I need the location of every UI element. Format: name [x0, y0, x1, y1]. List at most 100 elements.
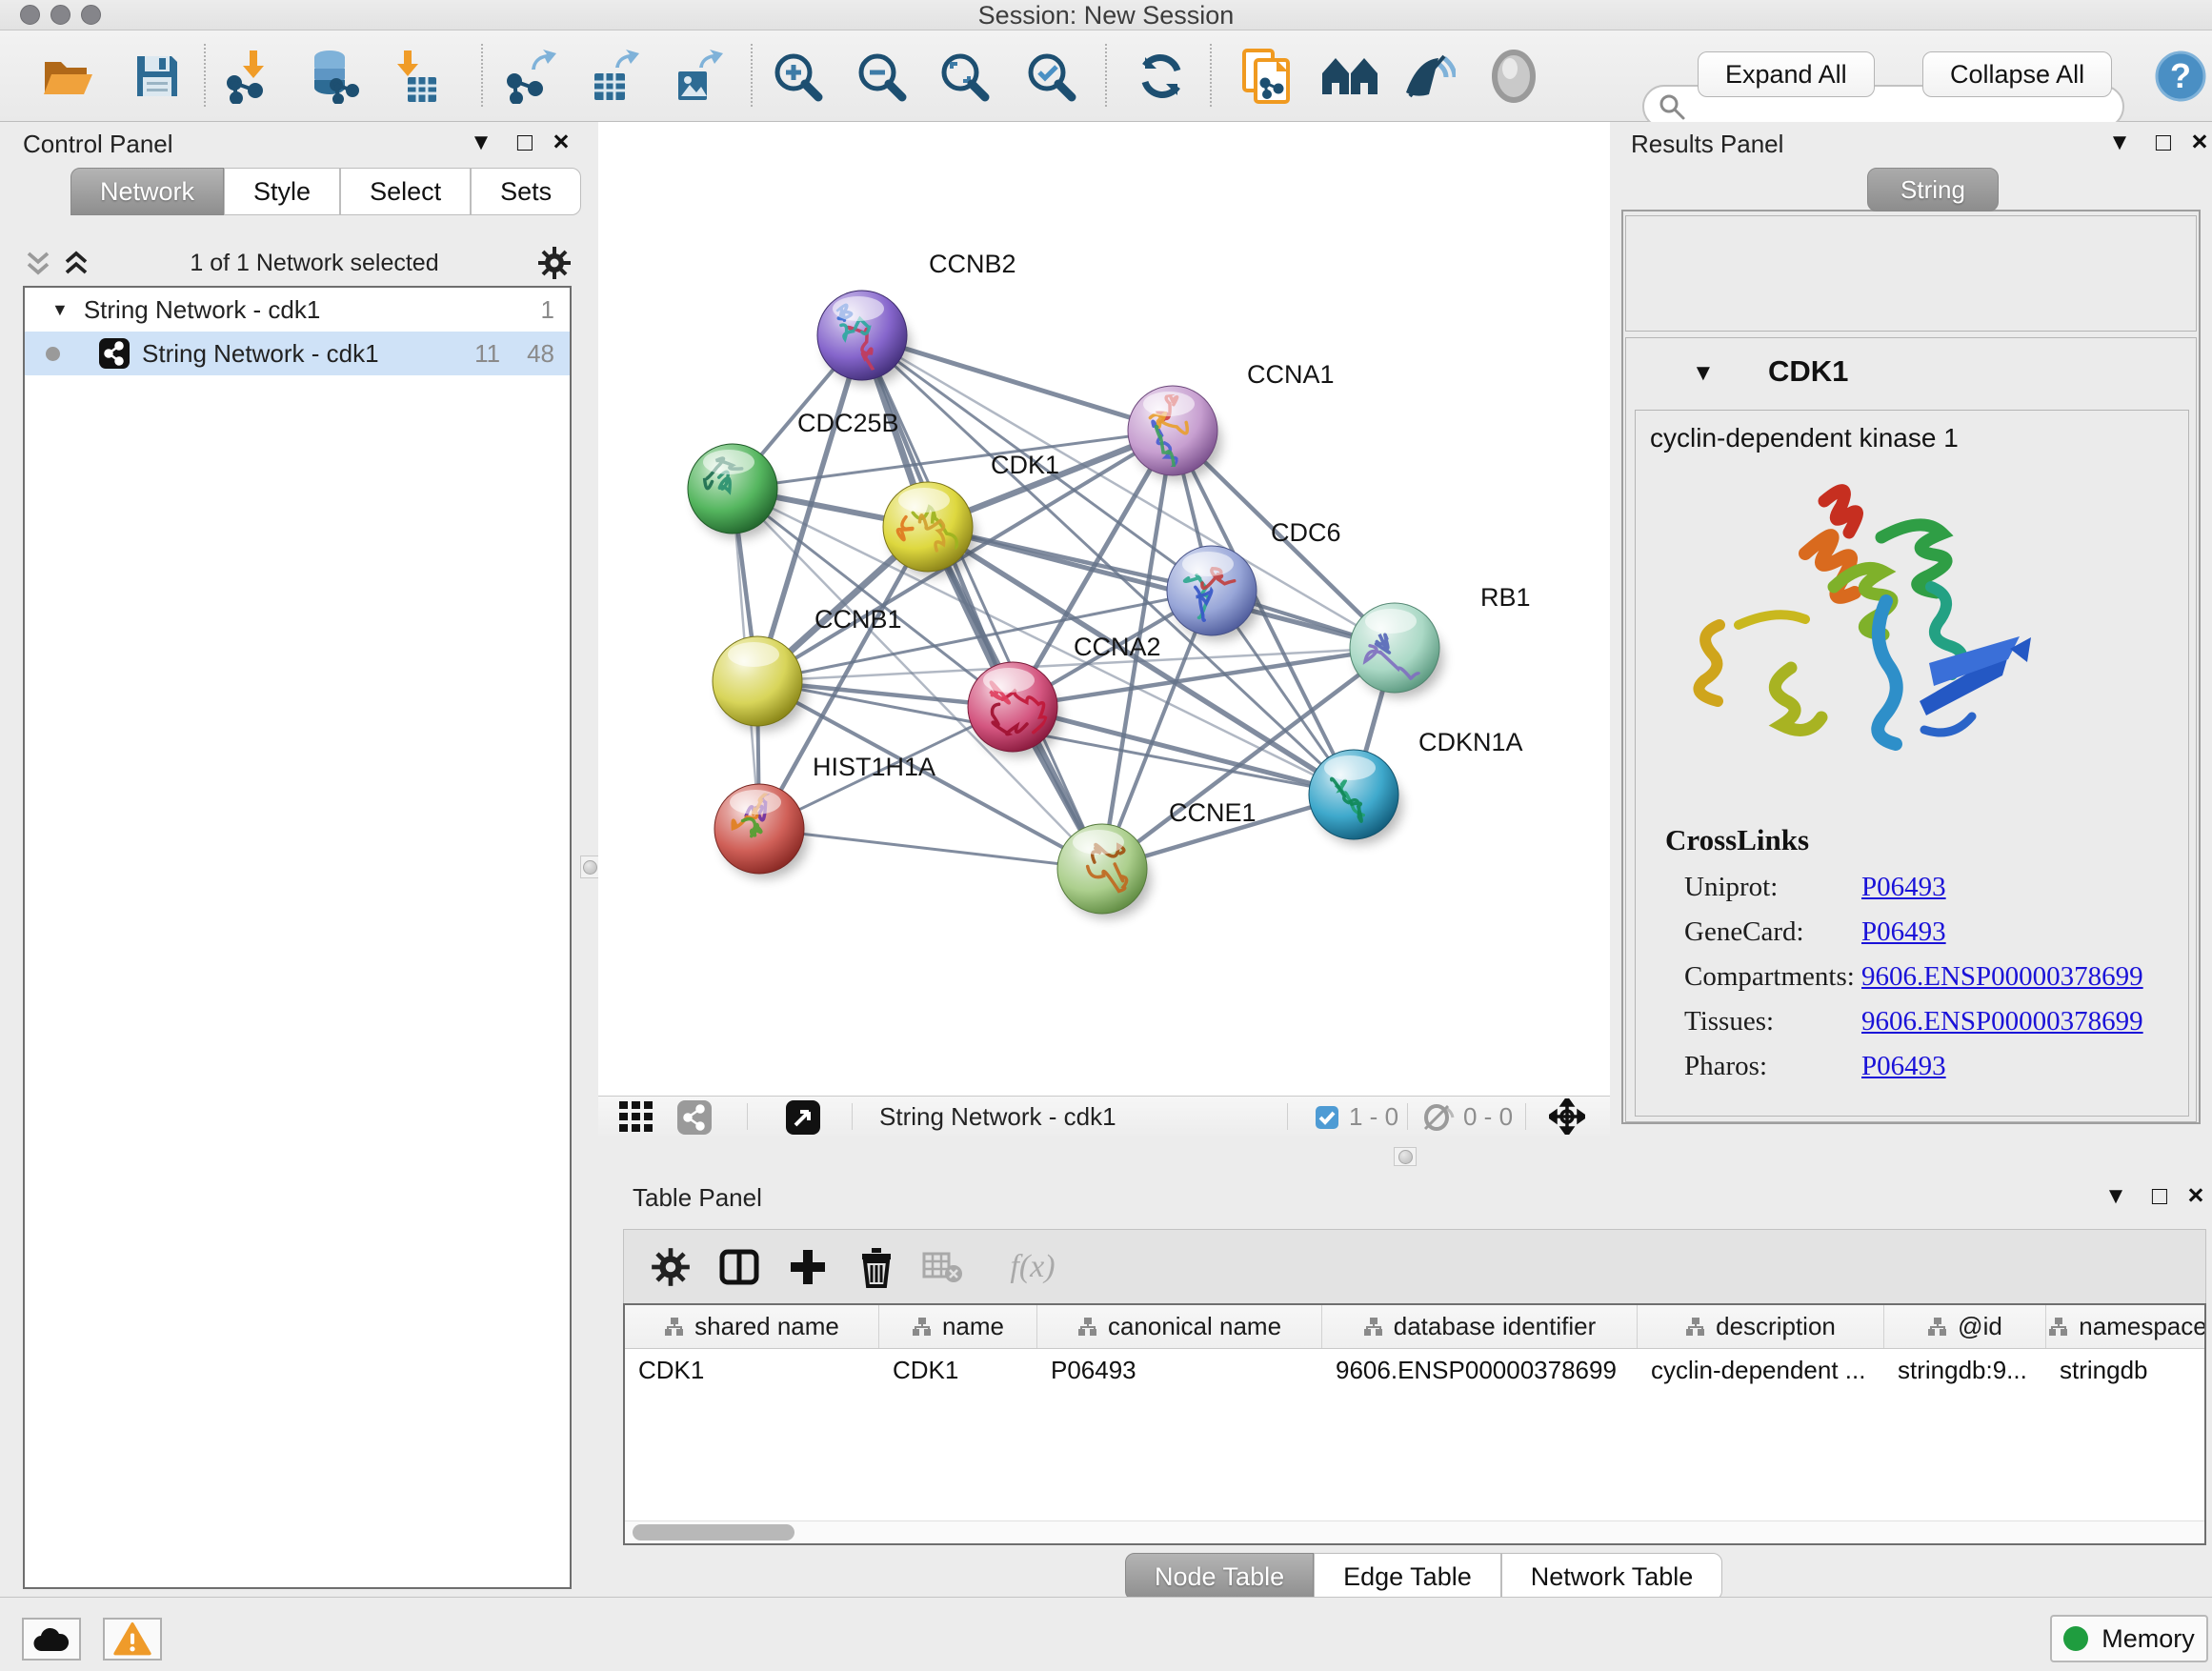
network-node-CCNA2[interactable]: [968, 662, 1061, 756]
memory-button[interactable]: Memory: [2050, 1615, 2208, 1662]
column-header-database-identifier[interactable]: database identifier: [1322, 1305, 1638, 1348]
memory-label: Memory: [2101, 1624, 2195, 1654]
tab-edge-table[interactable]: Edge Table: [1314, 1553, 1501, 1601]
crosslink-link[interactable]: 9606.ENSP00000378699: [1861, 1006, 2143, 1037]
table-row[interactable]: CDK1CDK1P064939606.ENSP00000378699cyclin…: [625, 1349, 2204, 1391]
select-columns-button[interactable]: [710, 1238, 769, 1297]
tab-style[interactable]: Style: [224, 168, 340, 215]
pan-crosshair-icon[interactable]: [1549, 1098, 1585, 1135]
zoom-out-button[interactable]: [846, 42, 916, 111]
network-canvas[interactable]: CCNB2CCNA1CDC25BCDK1CDC6RB1CCNB1CCNA2CDK…: [598, 122, 1610, 1096]
tab-node-table[interactable]: Node Table: [1125, 1553, 1314, 1601]
node-label-CCNB1: CCNB1: [814, 605, 902, 634]
table-cell[interactable]: stringdb:9...: [1884, 1349, 2046, 1391]
open-session-button[interactable]: [32, 42, 103, 111]
import-database-button[interactable]: [297, 42, 368, 111]
table-cell[interactable]: stringdb: [2046, 1349, 2206, 1391]
grid-view-icon[interactable]: [619, 1101, 657, 1132]
toolbar-separator: [1210, 44, 1212, 107]
warnings-button[interactable]: [103, 1618, 162, 1661]
help-button[interactable]: ?: [2145, 42, 2212, 111]
tab-sets[interactable]: Sets: [471, 168, 581, 215]
vertical-splitter-handle-left[interactable]: [580, 856, 599, 878]
network-node-RB1[interactable]: [1350, 603, 1443, 697]
panel-float-icon[interactable]: □: [509, 128, 541, 157]
crosslink-link[interactable]: P06493: [1861, 872, 1946, 903]
tree-expand-caret-icon[interactable]: ▼: [51, 300, 69, 320]
column-header-name[interactable]: name: [879, 1305, 1037, 1348]
crosslink-label: Pharos:: [1684, 1051, 1861, 1082]
selected-checkbox-icon[interactable]: [1315, 1105, 1339, 1130]
panel-float-icon[interactable]: □: [2147, 128, 2180, 157]
save-session-button[interactable]: [122, 42, 192, 111]
column-header-shared-name[interactable]: shared name: [625, 1305, 879, 1348]
cloud-status-button[interactable]: [22, 1618, 81, 1661]
import-network-button[interactable]: [215, 42, 286, 111]
collapse-all-button[interactable]: Collapse All: [1922, 51, 2112, 97]
panel-float-icon[interactable]: □: [2143, 1181, 2176, 1211]
table-cell[interactable]: CDK1: [625, 1349, 879, 1391]
network-node-CDK1[interactable]: [883, 482, 976, 576]
network-node-CCNE1[interactable]: [1057, 824, 1151, 918]
crosslink-link[interactable]: P06493: [1861, 1051, 1946, 1082]
network-node-HIST1H1A[interactable]: [714, 784, 808, 878]
expand-all-icon[interactable]: [61, 249, 91, 277]
table-cell[interactable]: CDK1: [879, 1349, 1037, 1391]
panel-menu-caret-icon[interactable]: ▼: [465, 130, 497, 156]
delete-table-button[interactable]: [914, 1238, 973, 1297]
expand-all-button[interactable]: Expand All: [1698, 51, 1875, 97]
network-row[interactable]: String Network - cdk1 11 48: [25, 332, 570, 375]
delete-column-button[interactable]: [847, 1238, 906, 1297]
column-header-namespace[interactable]: namespace: [2046, 1305, 2206, 1348]
table-cell[interactable]: P06493: [1037, 1349, 1322, 1391]
birds-eye-view-icon[interactable]: [785, 1099, 821, 1136]
table-cell[interactable]: cyclin-dependent ...: [1638, 1349, 1884, 1391]
network-edge-HIST1H1A-CCNE1[interactable]: [759, 829, 1102, 869]
panel-close-icon[interactable]: ×: [2183, 127, 2212, 158]
network-node-CDC25B[interactable]: [688, 444, 781, 538]
home-button[interactable]: [1315, 42, 1385, 111]
import-table-button[interactable]: [379, 42, 450, 111]
gear-icon[interactable]: [537, 246, 572, 280]
table-horizontal-scrollbar[interactable]: [625, 1520, 2204, 1543]
add-column-button[interactable]: [778, 1238, 837, 1297]
crosslink-link[interactable]: P06493: [1861, 916, 1946, 948]
export-network-button[interactable]: [495, 42, 566, 111]
scrollbar-thumb[interactable]: [633, 1524, 794, 1540]
help-icon: ?: [2154, 50, 2207, 103]
gene-collapse-caret-icon[interactable]: ▼: [1692, 360, 1715, 387]
panel-menu-caret-icon[interactable]: ▼: [2103, 130, 2136, 156]
network-node-CCNA1[interactable]: [1128, 386, 1221, 482]
collapse-all-icon[interactable]: [23, 249, 53, 277]
table-settings-button[interactable]: [641, 1238, 700, 1297]
column-header-label: name: [942, 1312, 1004, 1341]
tab-select[interactable]: Select: [340, 168, 471, 215]
panel-close-icon[interactable]: ×: [2180, 1180, 2212, 1212]
network-collection-row[interactable]: ▼ String Network - cdk1 1: [25, 288, 570, 332]
table-cell[interactable]: 9606.ENSP00000378699: [1322, 1349, 1638, 1391]
panel-close-icon[interactable]: ×: [545, 127, 577, 158]
panel-menu-caret-icon[interactable]: ▼: [2100, 1183, 2132, 1210]
show-all-button[interactable]: [1478, 42, 1549, 111]
function-builder-button[interactable]: f(x): [990, 1238, 1076, 1297]
zoom-in-button[interactable]: [762, 42, 833, 111]
column-header-canonical-name[interactable]: canonical name: [1037, 1305, 1322, 1348]
tab-network-table[interactable]: Network Table: [1501, 1553, 1723, 1601]
column-header-description[interactable]: description: [1638, 1305, 1884, 1348]
network-node-CDKN1A[interactable]: [1309, 750, 1402, 844]
column-type-icon: [1685, 1317, 1706, 1338]
hide-selected-button[interactable]: [1393, 42, 1463, 111]
zoom-fit-button[interactable]: [929, 42, 999, 111]
duplicate-network-button[interactable]: [1231, 42, 1301, 111]
export-table-button[interactable]: [579, 42, 650, 111]
column-header-@id[interactable]: @id: [1884, 1305, 2046, 1348]
crosslink-link[interactable]: 9606.ENSP00000378699: [1861, 961, 2143, 993]
tab-string[interactable]: String: [1867, 168, 1999, 211]
refresh-layout-button[interactable]: [1126, 42, 1196, 111]
tab-network[interactable]: Network: [70, 168, 224, 215]
network-thumb-icon[interactable]: [676, 1099, 713, 1136]
export-image-button[interactable]: [661, 42, 732, 111]
zoom-selected-button[interactable]: [1016, 42, 1086, 111]
horizontal-splitter-handle[interactable]: [1394, 1147, 1417, 1166]
hidden-node-edge-counts: 0 - 0: [1463, 1097, 1513, 1137]
